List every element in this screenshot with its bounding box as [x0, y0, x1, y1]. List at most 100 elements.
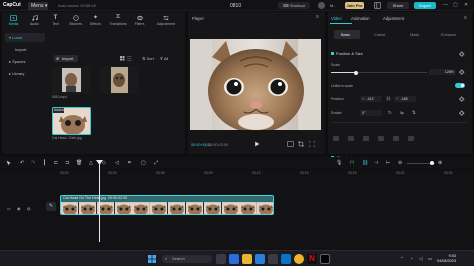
- scale-input[interactable]: 128%: [429, 69, 456, 75]
- media-thumbnail-selected[interactable]: Added: [52, 107, 91, 135]
- split-right-icon[interactable]: ⊐: [65, 160, 69, 166]
- magnet-icon[interactable]: ⊓: [350, 160, 354, 166]
- align-right-icon[interactable]: [363, 136, 369, 141]
- rotate-input[interactable]: 0°: [360, 110, 382, 116]
- nav-item-local[interactable]: ▾ Local: [5, 33, 45, 42]
- chat-icon[interactable]: [229, 254, 239, 264]
- menu-button[interactable]: Menu ▾: [28, 1, 48, 10]
- task-view-icon[interactable]: [216, 254, 226, 264]
- avatar[interactable]: [318, 2, 325, 9]
- windows-start-icon[interactable]: [147, 254, 157, 264]
- tab-text[interactable]: T Text: [46, 13, 65, 29]
- position-x-input[interactable]: X -412: [360, 96, 382, 102]
- split-icon[interactable]: ┃: [43, 160, 46, 166]
- link-icon[interactable]: ⛓: [386, 96, 391, 101]
- more-icon[interactable]: ≡: [316, 14, 319, 20]
- tab-filters[interactable]: Filters: [130, 13, 149, 29]
- split-left-icon[interactable]: ⊏: [54, 160, 58, 166]
- align-bottom-icon[interactable]: [408, 136, 414, 141]
- select-tool-icon[interactable]: [6, 160, 12, 166]
- keyframe-icon[interactable]: [459, 69, 465, 75]
- fullscreen-icon[interactable]: [309, 141, 315, 147]
- media-thumbnail[interactable]: [100, 66, 139, 94]
- subtab-basic[interactable]: Basic: [341, 33, 350, 37]
- lock-icon[interactable]: ▭: [7, 206, 11, 211]
- project-name[interactable]: 0810: [230, 3, 241, 9]
- layout-icon[interactable]: [374, 2, 381, 9]
- tab-transitions[interactable]: ⧖ Transitions: [107, 13, 129, 29]
- taskbar-search[interactable]: ⌕ Search: [162, 255, 212, 263]
- mail-icon[interactable]: [281, 254, 291, 264]
- link-clips-icon[interactable]: ⛓: [362, 160, 368, 166]
- snap-icon[interactable]: ⊢: [386, 160, 390, 166]
- fit-icon[interactable]: ⤢: [154, 160, 158, 166]
- playhead[interactable]: [99, 162, 100, 242]
- maximize-icon[interactable]: ▢: [453, 2, 458, 8]
- close-icon[interactable]: ✕: [464, 2, 468, 8]
- volume-icon[interactable]: ◁: [419, 256, 422, 262]
- nav-item-library[interactable]: ▸ Library: [5, 69, 45, 78]
- clock[interactable]: 9:53 04/08/2023: [437, 254, 456, 264]
- zoom-slider-knob[interactable]: [430, 161, 434, 165]
- tray-chevron-icon[interactable]: ⌃: [400, 256, 404, 262]
- ratio-icon[interactable]: [287, 141, 294, 147]
- nav-item-spaces[interactable]: ▸ Spaces: [5, 57, 45, 66]
- tab-audio[interactable]: Audio: [25, 13, 44, 29]
- tab-video[interactable]: Video: [331, 16, 342, 21]
- subtab-cutout[interactable]: Cutout: [374, 33, 385, 37]
- tab-stickers[interactable]: Stickers: [66, 13, 85, 29]
- align-top-icon[interactable]: [378, 136, 384, 141]
- subtab-mask[interactable]: Mask: [410, 33, 419, 37]
- mic-icon[interactable]: 🎙: [336, 160, 342, 166]
- position-y-input[interactable]: Y -185: [394, 96, 416, 102]
- share-button[interactable]: Share: [387, 2, 409, 9]
- chrome-icon[interactable]: [294, 254, 304, 264]
- keyframe-icon[interactable]: [459, 96, 465, 102]
- more-icon[interactable]: ≡: [464, 15, 467, 21]
- media-thumbnail[interactable]: [52, 66, 91, 94]
- scale-slider-knob[interactable]: [353, 70, 358, 75]
- keyframe-icon[interactable]: [459, 110, 465, 116]
- tab-media[interactable]: Media: [4, 13, 23, 29]
- freeze-icon[interactable]: ◇: [102, 160, 106, 166]
- nav-item-import[interactable]: Import: [5, 45, 45, 54]
- capcut-icon[interactable]: [320, 254, 330, 264]
- export-button[interactable]: Export: [414, 2, 436, 9]
- reverse-icon[interactable]: ◁: [115, 160, 119, 166]
- tab-animation[interactable]: Animation: [351, 16, 370, 21]
- wifi-icon[interactable]: ◔: [410, 256, 413, 261]
- minimize-icon[interactable]: —: [443, 2, 448, 8]
- netflix-icon[interactable]: N: [307, 254, 317, 264]
- crop-icon[interactable]: [298, 141, 304, 147]
- section-checkbox[interactable]: [331, 52, 334, 55]
- zoom-out-icon[interactable]: ⊖: [398, 160, 402, 166]
- video-preview[interactable]: [190, 39, 321, 130]
- edge-icon[interactable]: [255, 254, 265, 264]
- preview-axis-icon[interactable]: ⊣: [374, 160, 378, 166]
- uniform-scale-toggle[interactable]: [455, 83, 465, 88]
- play-button[interactable]: [254, 141, 260, 147]
- subtab-enhance[interactable]: Enhance: [441, 33, 456, 37]
- keyframe-icon[interactable]: [459, 51, 465, 57]
- flip-horizontal-icon[interactable]: ⇋: [400, 110, 404, 116]
- battery-icon[interactable]: ▭: [428, 256, 432, 262]
- store-icon[interactable]: [268, 254, 278, 264]
- visibility-icon[interactable]: ◉: [17, 206, 21, 211]
- mirror-icon[interactable]: △: [89, 160, 93, 166]
- sort-button[interactable]: ⇅ Sort: [142, 56, 154, 61]
- flip-vertical-icon[interactable]: ⇅: [412, 110, 416, 116]
- align-center-h-icon[interactable]: [348, 136, 354, 141]
- edit-cover-icon[interactable]: ✎: [46, 202, 56, 211]
- undo-icon[interactable]: ↶: [20, 160, 24, 166]
- crop-tool-icon[interactable]: ⌗: [128, 160, 131, 166]
- grid-view-icon[interactable]: [120, 56, 132, 61]
- shortcut-button[interactable]: ⌨ Shortcut: [278, 2, 310, 9]
- delete-icon[interactable]: 🗑: [76, 160, 82, 166]
- filter-all-button[interactable]: ⊽ All: [160, 56, 168, 61]
- tab-adjustment[interactable]: Adjustment: [383, 16, 404, 21]
- tab-effects[interactable]: ✦ Effects: [86, 13, 105, 29]
- time-ruler[interactable]: 00:00 00:03 00:06 00:09 00:12 00:15 00:18 00:21…: [60, 170, 474, 177]
- import-button[interactable]: ⊕ Import: [54, 55, 78, 62]
- audio-track-icon[interactable]: ◍: [27, 206, 31, 211]
- zoom-in-icon[interactable]: ⊕: [438, 160, 442, 166]
